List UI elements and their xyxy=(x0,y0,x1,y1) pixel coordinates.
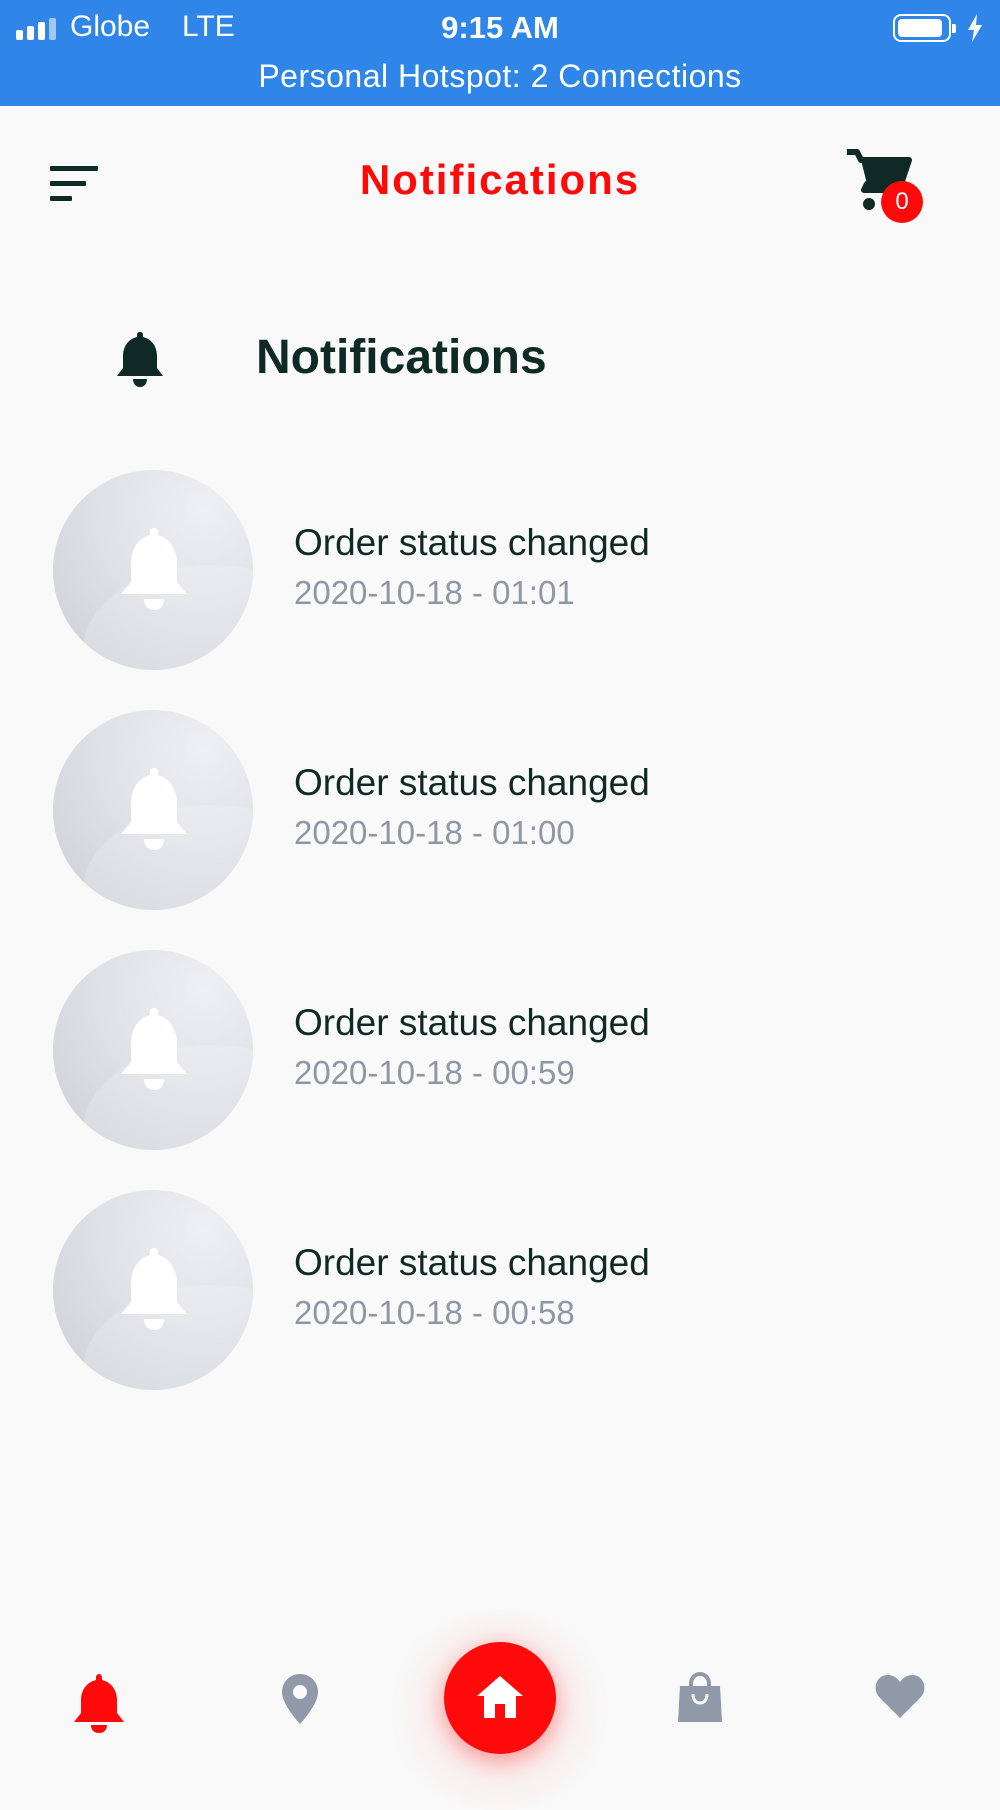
notification-avatar xyxy=(53,1190,253,1390)
shopping-bag-icon xyxy=(678,1671,722,1722)
heart-icon xyxy=(875,1674,925,1718)
bell-icon xyxy=(121,1008,187,1090)
location-pin-icon xyxy=(282,1674,318,1724)
notification-date: 2020-10-18 - 01:01 xyxy=(294,574,575,611)
bell-icon xyxy=(121,768,187,850)
notification-title: Order status changed xyxy=(294,762,650,803)
nav-notifications[interactable] xyxy=(70,1672,130,1733)
notification-avatar xyxy=(53,710,253,910)
bell-icon xyxy=(74,1674,124,1733)
notification-date: 2020-10-18 - 01:00 xyxy=(294,814,575,851)
bell-icon xyxy=(121,528,187,610)
notification-title: Order status changed xyxy=(294,522,650,563)
notification-avatar xyxy=(53,470,253,670)
nav-home-button[interactable] xyxy=(444,1642,556,1754)
bell-icon xyxy=(117,332,163,387)
bell-icon xyxy=(121,1248,187,1330)
section-header: Notifications xyxy=(0,320,1000,400)
notification-avatar xyxy=(53,950,253,1150)
notification-item[interactable]: Order status changed 2020-10-18 - 01:01 xyxy=(0,470,1000,670)
nav-location[interactable] xyxy=(280,1672,340,1732)
hotspot-banner[interactable]: Personal Hotspot: 2 Connections xyxy=(0,58,1000,95)
notification-item[interactable]: Order status changed 2020-10-18 - 01:00 xyxy=(0,710,1000,910)
cart-count-badge: 0 xyxy=(881,181,923,223)
notification-item[interactable]: Order status changed 2020-10-18 - 00:58 xyxy=(0,1190,1000,1390)
notification-date: 2020-10-18 - 00:59 xyxy=(294,1054,575,1091)
section-title: Notifications xyxy=(256,331,547,384)
cart-button[interactable]: 0 xyxy=(845,146,925,226)
nav-orders[interactable] xyxy=(676,1671,736,1732)
notification-item[interactable]: Order status changed 2020-10-18 - 00:59 xyxy=(0,950,1000,1150)
nav-favorites[interactable] xyxy=(874,1672,934,1732)
home-icon xyxy=(477,1676,523,1718)
app-header: Notifications 0 xyxy=(0,106,1000,256)
status-bar-row: Globe LTE 9:15 AM xyxy=(0,8,1000,52)
battery-icon xyxy=(893,14,956,42)
notification-date: 2020-10-18 - 00:58 xyxy=(294,1294,575,1331)
notification-title: Order status changed xyxy=(294,1002,650,1043)
notification-title: Order status changed xyxy=(294,1242,650,1283)
bottom-nav xyxy=(0,1610,1000,1810)
status-bar: Globe LTE 9:15 AM Personal Hotspot: 2 Co… xyxy=(0,0,1000,106)
status-time: 9:15 AM xyxy=(441,10,559,45)
charging-bolt-icon xyxy=(968,14,982,42)
